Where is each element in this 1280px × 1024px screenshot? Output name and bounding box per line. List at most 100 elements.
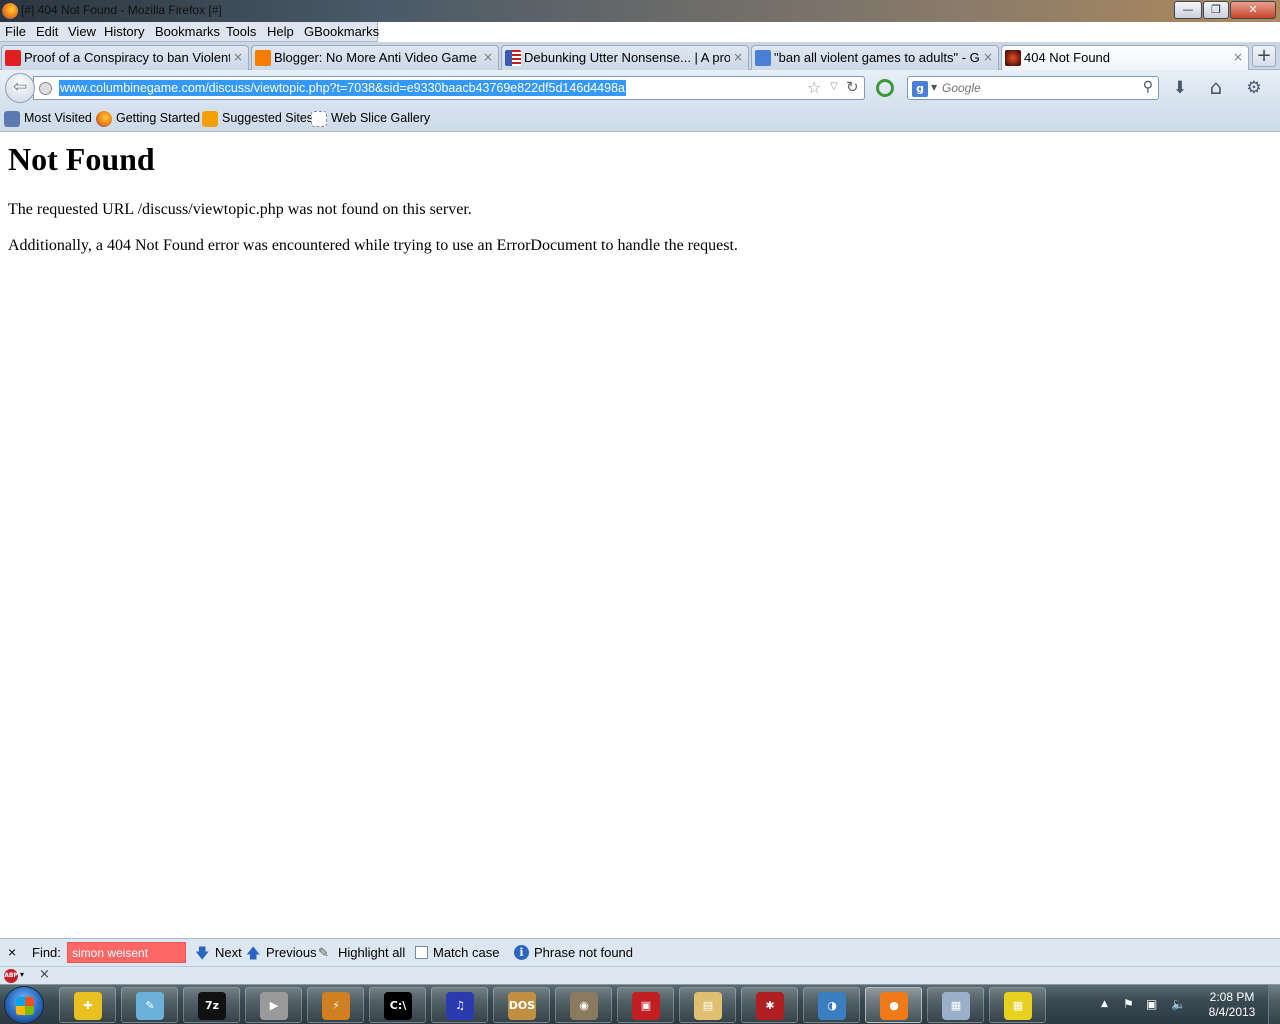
action-center-flag-icon[interactable]: ⚑	[1123, 997, 1134, 1011]
find-close-icon[interactable]: ×	[8, 944, 16, 960]
youtube-icon	[5, 50, 21, 66]
new-tab-button[interactable]: +	[1252, 45, 1276, 67]
menu-view[interactable]: View	[68, 24, 96, 39]
find-input[interactable]	[67, 942, 186, 963]
find-previous-button[interactable]: Previous	[266, 945, 317, 960]
tab-404-not-found[interactable]: 404 Not Found ×	[1001, 45, 1249, 71]
bookmark-label: Web Slice Gallery	[331, 111, 431, 125]
search-input[interactable]	[942, 79, 1132, 97]
url-dropdown-icon[interactable]: ▽	[830, 81, 838, 92]
bookmark-getting-started[interactable]: Getting Started	[96, 110, 200, 128]
addon-toolbar-icon[interactable]: ⚙	[1243, 78, 1265, 98]
tab-close-icon[interactable]: ×	[733, 50, 743, 64]
highlighter-icon: ✎	[318, 945, 329, 960]
taskbar-app-gimp[interactable]: ◉	[555, 987, 612, 1023]
addon-bar-close-icon[interactable]: ×	[39, 967, 50, 982]
calculator-icon: ▦	[942, 992, 970, 1020]
url-bar[interactable]: www.columbinegame.com/discuss/viewtopic.…	[33, 76, 865, 100]
system-tray: ▲ ⚑ ▣ 🔈 2:08 PM 8/4/2013	[1095, 985, 1280, 1024]
minimize-button[interactable]: —	[1174, 1, 1202, 19]
find-bar: × Find: 🡇 Next 🡅 Previous ✎ Highlight al…	[0, 938, 1280, 966]
maximize-button[interactable]: ❐	[1203, 1, 1229, 19]
menu-gbookmarks[interactable]: GBookmarks	[304, 24, 379, 39]
clock-date: 8/4/2013	[1208, 1005, 1256, 1019]
tab-google-search[interactable]: "ban all violent games to adults" - Go..…	[751, 45, 999, 70]
audacity-icon: ♫	[446, 992, 474, 1020]
adblock-plus-icon[interactable]: ABP	[4, 969, 18, 983]
window-title: [#] 404 Not Found - Mozilla Firefox [#]	[21, 3, 222, 17]
web-slice-icon	[311, 111, 327, 127]
show-hidden-icons-icon[interactable]: ▲	[1101, 999, 1108, 1009]
search-box[interactable]: g ▼ ⚲	[907, 76, 1159, 100]
taskbar-app-media[interactable]: ▶	[245, 987, 302, 1023]
bookmarks-toolbar: Most Visited Getting Started Suggested S…	[0, 105, 1280, 132]
taskbar-app-calculator[interactable]: ▦	[927, 987, 984, 1023]
tab-youtube[interactable]: Proof of a Conspiracy to ban Violent ...…	[1, 45, 249, 70]
tab-blogger[interactable]: Blogger: No More Anti Video Game B... ×	[251, 45, 499, 70]
back-button[interactable]: ⇦	[5, 73, 35, 103]
bookmark-most-visited[interactable]: Most Visited	[4, 110, 94, 128]
menu-edit[interactable]: Edit	[36, 24, 58, 39]
taskbar-app-openoffice[interactable]: ◑	[803, 987, 860, 1023]
taskbar-app-dosbox[interactable]: DOS	[493, 987, 550, 1023]
taskbar-app-notepad[interactable]: ✎	[121, 987, 178, 1023]
start-button[interactable]	[4, 986, 44, 1024]
tab-close-icon[interactable]: ×	[983, 50, 993, 64]
taskbar-app-firefox[interactable]: ●	[865, 987, 922, 1023]
tab-label: "ban all violent games to adults" - Go..…	[774, 50, 980, 65]
menu-tools[interactable]: Tools	[226, 24, 256, 39]
taskbar-app-winamp[interactable]: ⚡	[307, 987, 364, 1023]
menu-bookmarks[interactable]: Bookmarks	[155, 24, 220, 39]
search-icon[interactable]: ⚲	[1143, 79, 1153, 95]
downloads-icon[interactable]: ⬇	[1169, 78, 1191, 98]
taskbar-app-cmd[interactable]: C:\	[369, 987, 426, 1023]
clock[interactable]: 2:08 PM 8/4/2013	[1197, 990, 1267, 1020]
menu-file[interactable]: File	[5, 24, 26, 39]
reload-icon[interactable]: ↻	[846, 78, 859, 96]
google-icon	[755, 50, 771, 66]
engine-dropdown-icon[interactable]: ▼	[931, 83, 937, 92]
menu-help[interactable]: Help	[267, 24, 294, 39]
tab-close-icon[interactable]: ×	[233, 50, 243, 64]
taskbar-app-kerio[interactable]: ✚	[59, 987, 116, 1023]
arrow-down-icon[interactable]: 🡇	[195, 943, 209, 967]
arrow-up-icon[interactable]: 🡅	[246, 943, 260, 967]
volume-icon[interactable]: 🔈	[1171, 997, 1186, 1011]
firefox-icon: ●	[880, 992, 908, 1020]
error-document-message: Additionally, a 404 Not Found error was …	[8, 237, 738, 254]
match-case-label[interactable]: Match case	[433, 945, 499, 960]
bookmark-star-icon[interactable]: ☆	[807, 78, 821, 97]
bookmark-suggested-sites[interactable]: Suggested Sites	[202, 110, 313, 128]
url-text[interactable]: www.columbinegame.com/discuss/viewtopic.…	[59, 80, 626, 96]
taskbar-app-calculator2[interactable]: ▦	[989, 987, 1046, 1023]
home-icon[interactable]: ⌂	[1205, 75, 1227, 99]
google-search-engine-icon[interactable]: g	[912, 81, 928, 97]
menu-bar: File Edit View History Bookmarks Tools H…	[0, 22, 379, 42]
close-window-button[interactable]: ✕	[1230, 1, 1276, 19]
tab-label: Debunking Utter Nonsense... | A pro v...	[524, 50, 730, 65]
tab-debunking[interactable]: Debunking Utter Nonsense... | A pro v...…	[501, 45, 749, 70]
sync-addon-icon[interactable]	[876, 79, 894, 97]
window-titlebar: [#] 404 Not Found - Mozilla Firefox [#] …	[0, 0, 1280, 22]
calculator2-icon: ▦	[1004, 992, 1032, 1020]
tab-label: Proof of a Conspiracy to ban Violent ...	[24, 50, 230, 65]
taskbar-app-explorer[interactable]: ▤	[679, 987, 736, 1023]
show-desktop-button[interactable]	[1268, 985, 1280, 1024]
video-editor-icon: ▣	[632, 992, 660, 1020]
bookmark-web-slice-gallery[interactable]: Web Slice Gallery	[311, 110, 430, 128]
winamp-icon: ⚡	[322, 992, 350, 1020]
blogger-icon	[255, 50, 271, 66]
highlight-all-button[interactable]: Highlight all	[338, 945, 405, 960]
taskbar-app-video-editor[interactable]: ▣	[617, 987, 674, 1023]
tab-close-icon[interactable]: ×	[483, 50, 493, 64]
taskbar-app-audacity[interactable]: ♫	[431, 987, 488, 1023]
tab-close-icon[interactable]: ×	[1233, 50, 1243, 64]
network-icon[interactable]: ▣	[1146, 997, 1157, 1011]
taskbar-app-spider[interactable]: ✱	[741, 987, 798, 1023]
menu-history[interactable]: History	[104, 24, 144, 39]
cmd-icon: C:\	[384, 992, 412, 1020]
match-case-checkbox[interactable]	[415, 946, 428, 959]
taskbar-app-7zip[interactable]: 7z	[183, 987, 240, 1023]
adblock-dropdown-icon[interactable]: ▾	[20, 970, 24, 979]
find-next-button[interactable]: Next	[215, 945, 242, 960]
